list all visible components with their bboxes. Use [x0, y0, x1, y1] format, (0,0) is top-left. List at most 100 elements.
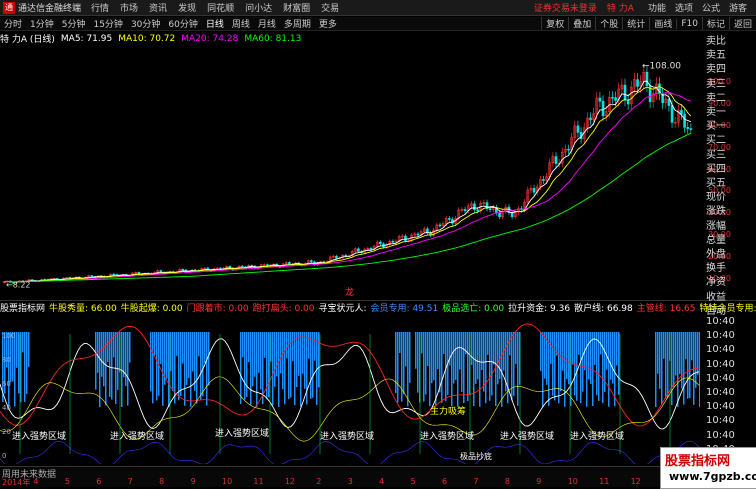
- side-panel-cell: 10:40: [706, 415, 735, 427]
- indicator-chart[interactable]: 进入强势区域 进入强势区域 进入强势区域 进入强势区域 进入强势区域 进入强势区域 进入强势…: [0, 314, 700, 464]
- candle-body: [567, 148, 570, 151]
- blue-volume-bar: [423, 332, 425, 402]
- date-tick-label: 6: [96, 477, 102, 486]
- menu-tonghuashun[interactable]: 同花顺: [207, 1, 234, 14]
- candle-body: [554, 156, 558, 164]
- blue-volume-bar: [150, 332, 152, 392]
- menu-market[interactable]: 市场: [120, 1, 138, 14]
- ma5-value: MA5: 71.95: [60, 33, 113, 44]
- blue-volume-bar: [26, 332, 28, 394]
- menu-discover[interactable]: 发现: [178, 1, 196, 14]
- watermark-url: www.7gpzb.com: [669, 470, 756, 483]
- blue-volume-bar: [471, 332, 473, 366]
- blue-volume-bar: [16, 332, 18, 368]
- blue-volume-bar: [415, 332, 417, 369]
- signal-label: 进入强势区域: [320, 430, 374, 442]
- app-title: 通达信金融终端: [18, 4, 82, 14]
- side-panel-cell: 现价: [706, 192, 726, 203]
- blue-volume-bar: [655, 332, 657, 407]
- blue-volume-bar: [695, 332, 697, 388]
- blue-volume-bar: [455, 332, 457, 380]
- date-tick-label: 2: [316, 477, 322, 486]
- blue-volume-bar: [252, 332, 254, 387]
- indicator-value: 会员专用: 49.51: [370, 304, 439, 314]
- blue-volume-bar: [499, 332, 501, 380]
- blue-volume-bar: [264, 332, 266, 358]
- candle-body: [112, 273, 116, 276]
- period-1min[interactable]: 1分钟: [30, 17, 54, 30]
- blue-volume-bar: [673, 332, 675, 388]
- blue-volume-bar: [240, 332, 242, 404]
- ma5-line: [3, 80, 692, 283]
- blue-volume-bar: [318, 332, 320, 388]
- blue-volume-bar: [24, 332, 26, 402]
- ma60-value: MA60: 81.13: [244, 33, 302, 44]
- period-monthly[interactable]: 月线: [258, 17, 276, 30]
- menu-news[interactable]: 资讯: [149, 1, 167, 14]
- blue-volume-bar: [298, 332, 300, 376]
- blue-volume-bar: [409, 332, 411, 383]
- period-intraday[interactable]: 分时: [4, 17, 22, 30]
- blue-volume-bar: [679, 332, 681, 375]
- tool-overlay[interactable]: 叠加: [568, 17, 595, 30]
- blue-volume-bar: [103, 332, 105, 387]
- blue-volume-bar: [192, 332, 194, 372]
- menu-quotes[interactable]: 行情: [91, 1, 109, 14]
- menu-guest[interactable]: 游客: [729, 1, 747, 14]
- side-panel-cell: 买二: [706, 135, 726, 146]
- period-30min[interactable]: 30分钟: [131, 17, 160, 30]
- tool-restore-rights[interactable]: 复权: [541, 17, 568, 30]
- tool-mark[interactable]: 标记: [701, 17, 729, 30]
- blue-volume-bar: [99, 332, 101, 407]
- candle-body: [463, 209, 467, 212]
- period-multi[interactable]: 多周期: [284, 17, 311, 30]
- blue-volume-bar: [405, 332, 407, 367]
- candle-body: [589, 117, 592, 121]
- side-panel-cell: 10:40: [706, 387, 735, 398]
- signal-label: 进入强势区域: [570, 430, 624, 442]
- period-15min[interactable]: 15分钟: [93, 17, 122, 30]
- tool-drawing[interactable]: 画线: [649, 17, 676, 30]
- indicator-value: 极品选亡: 0.00: [442, 304, 505, 314]
- menu-trade[interactable]: 交易: [321, 1, 339, 14]
- period-5min[interactable]: 5分钟: [62, 17, 86, 30]
- tool-back[interactable]: 返回: [728, 17, 756, 30]
- blue-volume-bar: [588, 332, 590, 380]
- side-panel-cell: 10:40: [706, 330, 735, 342]
- blue-volume-bar: [294, 332, 296, 406]
- menu-function[interactable]: 功能: [648, 1, 666, 14]
- blue-volume-bar: [493, 332, 495, 365]
- ma20-value: MA20: 74.28: [181, 33, 239, 44]
- blue-volume-bar: [314, 332, 316, 361]
- period-daily[interactable]: 日线: [206, 17, 224, 30]
- blue-volume-bar: [182, 332, 184, 364]
- tool-statistics[interactable]: 统计: [622, 17, 649, 30]
- period-more[interactable]: 更多: [319, 17, 337, 30]
- tool-f10[interactable]: F10: [676, 18, 702, 29]
- blue-volume-bar: [407, 332, 409, 407]
- blue-volume-bar: [304, 332, 306, 389]
- blue-volume-bar: [272, 332, 274, 406]
- candlestick-chart[interactable]: ←108.00 ←8.22 龙: [0, 45, 700, 300]
- candle-body: [611, 96, 614, 99]
- blue-volume-bar: [568, 332, 570, 385]
- side-panel-cell: 10:40: [706, 358, 735, 370]
- menu-formula[interactable]: 公式: [702, 1, 720, 14]
- side-panel-cell: 换手: [706, 263, 726, 274]
- candle-body: [689, 128, 693, 130]
- blue-volume-bar: [246, 332, 248, 397]
- blue-volume-bar: [580, 332, 582, 404]
- period-weekly[interactable]: 周线: [232, 17, 250, 30]
- period-60min[interactable]: 60分钟: [168, 17, 197, 30]
- tool-stock[interactable]: 个股: [595, 17, 622, 30]
- login-warning[interactable]: 证券交易未登录: [534, 1, 597, 14]
- blue-volume-bar: [107, 332, 109, 363]
- menu-wealth[interactable]: 财富圈: [283, 1, 310, 14]
- blue-volume-bar: [425, 332, 427, 395]
- date-tick-label: 7: [473, 477, 479, 486]
- ma10-line: [3, 86, 692, 283]
- indicator-caption-2: 极品抄底: [460, 451, 492, 461]
- menu-options[interactable]: 选项: [675, 1, 693, 14]
- blue-volume-bar: [421, 332, 423, 354]
- menu-ask[interactable]: 问小达: [245, 1, 272, 14]
